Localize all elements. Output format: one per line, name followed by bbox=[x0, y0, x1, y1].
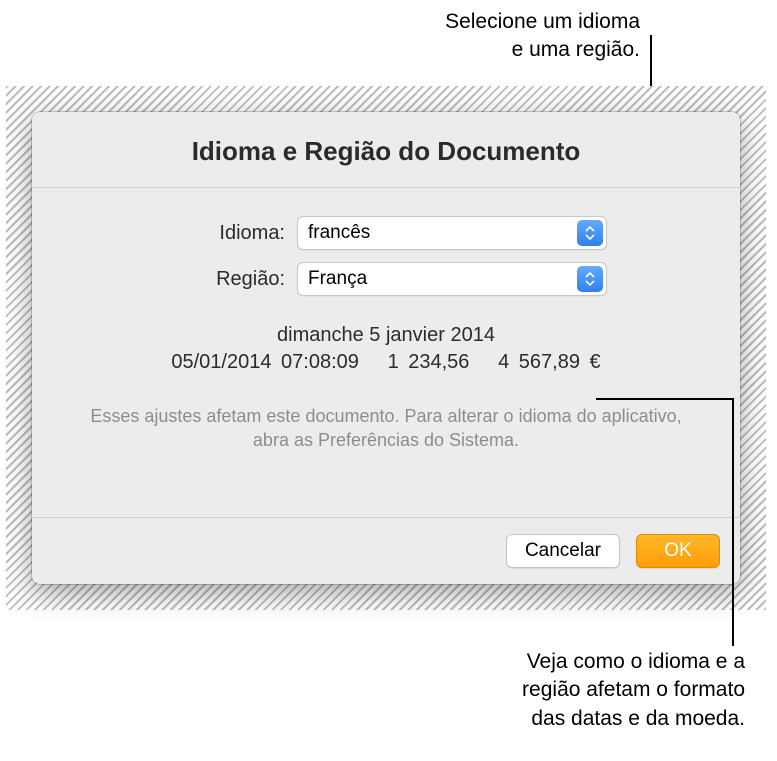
cancel-button[interactable]: Cancelar bbox=[506, 534, 620, 568]
callout-leader-line bbox=[732, 398, 734, 646]
dialog-body: Idioma: francês Região: França bbox=[32, 188, 740, 517]
language-select-value: francês bbox=[297, 216, 607, 250]
preview-currency: 4 567,89 € bbox=[498, 351, 601, 373]
callout-leader-line bbox=[596, 398, 734, 400]
language-row: Idioma: francês bbox=[72, 216, 700, 250]
region-label: Região: bbox=[72, 268, 297, 291]
language-region-dialog: Idioma e Região do Documento Idioma: fra… bbox=[32, 112, 740, 584]
callout-select-language: Selecione um idiomae uma região. bbox=[340, 8, 640, 65]
preview-datetime: 05/01/2014 07:08:09 bbox=[171, 351, 359, 373]
preview-number: 1 234,56 bbox=[388, 351, 470, 373]
region-row: Região: França bbox=[72, 262, 700, 296]
updown-icon bbox=[577, 220, 603, 246]
preview-long-date: dimanche 5 janvier 2014 bbox=[72, 324, 700, 347]
preview-line-2: 05/01/2014 07:08:09 1 234,56 4 567,89 € bbox=[72, 351, 700, 374]
dialog-footer: Cancelar OK bbox=[32, 517, 740, 584]
language-label: Idioma: bbox=[72, 222, 297, 245]
updown-icon bbox=[577, 266, 603, 292]
ok-button[interactable]: OK bbox=[636, 534, 720, 568]
dialog-title: Idioma e Região do Documento bbox=[32, 112, 740, 188]
region-select[interactable]: França bbox=[297, 262, 607, 296]
callout-preview-explain: Veja como o idioma e aregião afetam o fo… bbox=[420, 648, 745, 733]
format-preview: dimanche 5 janvier 2014 05/01/2014 07:08… bbox=[72, 324, 700, 374]
language-select[interactable]: francês bbox=[297, 216, 607, 250]
screenshot-frame: Idioma e Região do Documento Idioma: fra… bbox=[6, 86, 766, 610]
region-select-value: França bbox=[297, 262, 607, 296]
settings-note: Esses ajustes afetam este documento. Par… bbox=[72, 404, 700, 453]
